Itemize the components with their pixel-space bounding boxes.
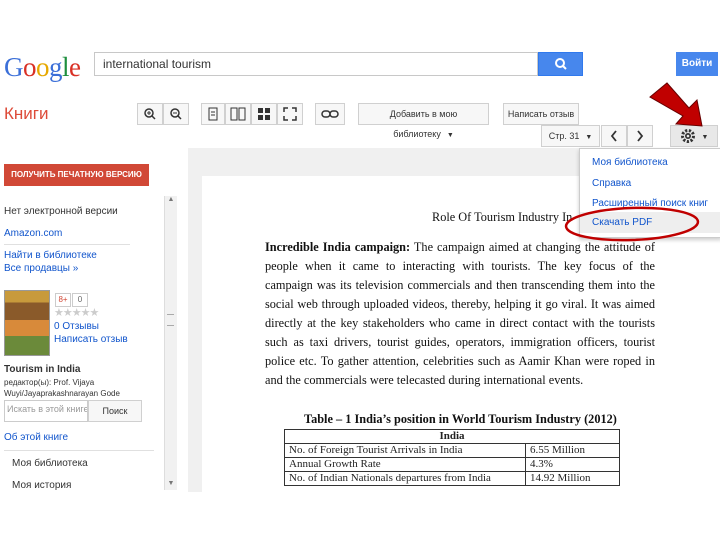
arrow-annotation-icon xyxy=(649,82,703,127)
circle-annotation-icon xyxy=(564,206,700,242)
annotation-overlay xyxy=(564,82,703,242)
